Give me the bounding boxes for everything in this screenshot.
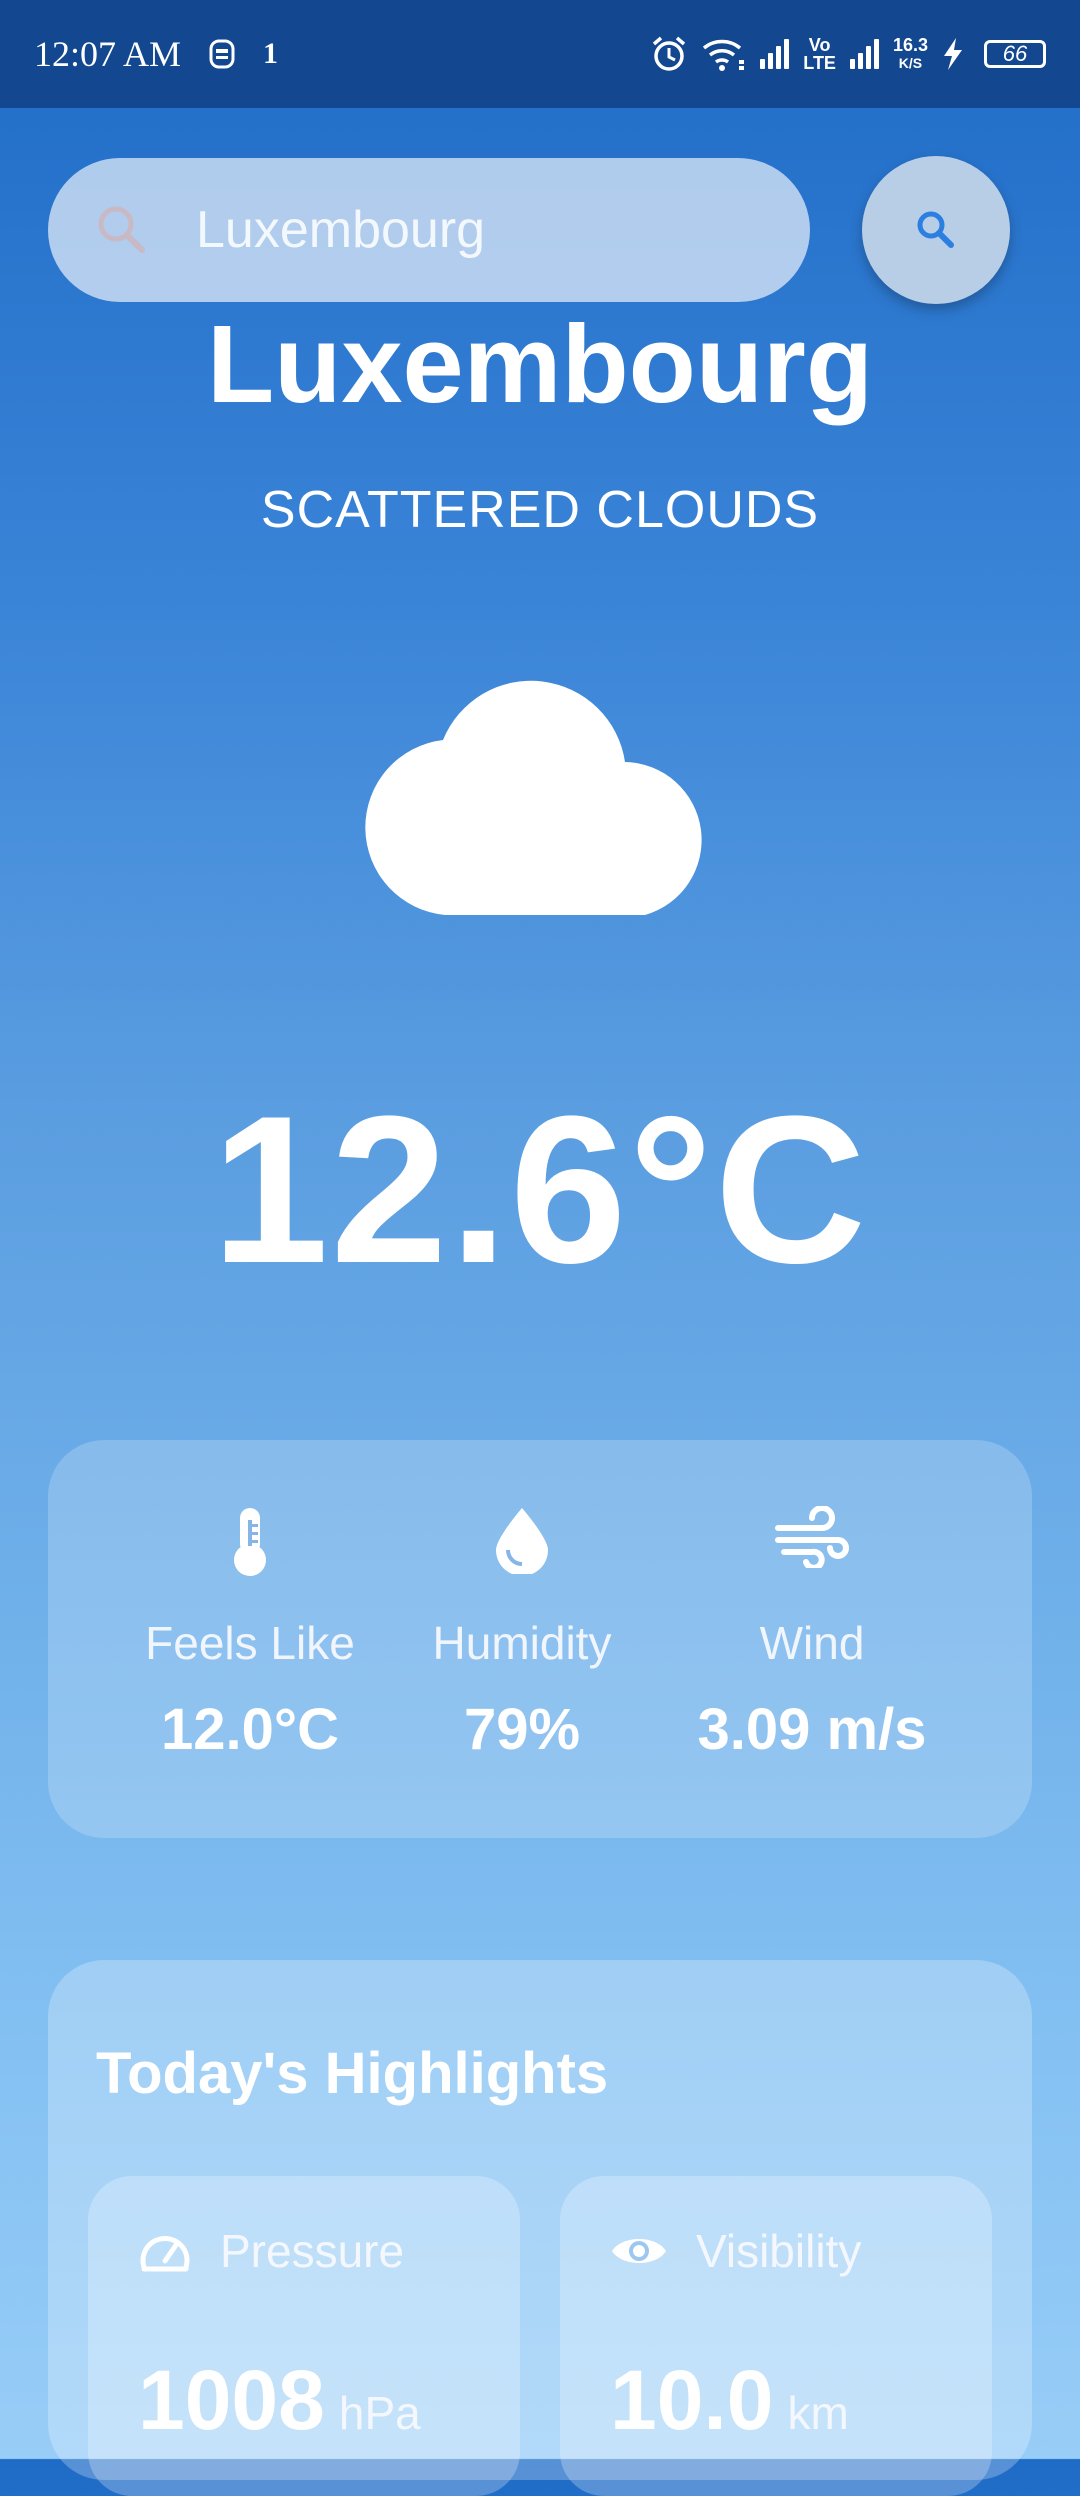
pressure-unit: hPa <box>338 2387 421 2439</box>
app-notification-icon <box>209 39 235 69</box>
wind-value: 3.09 m/s <box>697 1697 927 1762</box>
visibility-value: 10.0 <box>610 2353 774 2447</box>
water-drop-icon <box>496 1508 548 1574</box>
network-speed: 16.3 K/S <box>892 35 928 71</box>
wind-label: Wind <box>759 1617 865 1669</box>
visibility-label: Visibility <box>696 2225 862 2277</box>
eye-icon <box>612 2239 666 2263</box>
search-icon <box>917 211 954 248</box>
pressure-label: Pressure <box>220 2225 405 2277</box>
search-bar[interactable] <box>48 158 810 302</box>
city-name: Luxembourg <box>206 303 874 426</box>
visibility-unit: km <box>787 2387 849 2439</box>
status-bar: 12:07 AM 1 Vo LTE 16.3 K/S 66 <box>0 0 1080 108</box>
thermometer-icon <box>234 1508 266 1576</box>
speedometer-icon <box>140 2235 190 2272</box>
pressure-value: 1008 <box>138 2353 325 2447</box>
feels-like-value: 12.0°C <box>161 1697 339 1762</box>
feels-like-label: Feels Like <box>145 1617 355 1669</box>
humidity-label: Humidity <box>432 1617 612 1669</box>
weather-stats-card: Feels Like 12.0°C Humidity 79% Wind 3.09… <box>48 1440 1032 1838</box>
search-input[interactable] <box>194 199 758 261</box>
notification-count: 1 <box>263 37 279 70</box>
wifi-icon <box>703 39 745 71</box>
temperature: 12.6°C <box>211 1072 869 1307</box>
visibility-card: Visibility 10.0 km <box>560 2176 992 2496</box>
highlights-title: Today's Highlights <box>96 2041 609 2106</box>
search-icon <box>98 206 145 253</box>
weather-description: SCATTERED CLOUDS <box>260 481 820 539</box>
signal-strength-icon <box>760 39 790 69</box>
humidity-value: 79% <box>463 1697 581 1762</box>
cloud-icon <box>365 680 702 915</box>
battery-icon: 66 <box>984 40 1046 68</box>
signal-strength-icon-2 <box>849 39 879 69</box>
highlights-card: Today's Highlights Pressure 1008 hPa Vis… <box>48 1960 1032 2496</box>
volte-indicator: Vo LTE <box>803 35 836 73</box>
wind-icon <box>775 1506 849 1568</box>
pressure-card: Pressure 1008 hPa <box>88 2176 520 2496</box>
status-time: 12:07 AM <box>34 34 182 74</box>
charging-icon <box>944 38 962 70</box>
alarm-icon <box>653 36 686 71</box>
search-button[interactable] <box>862 156 1010 304</box>
